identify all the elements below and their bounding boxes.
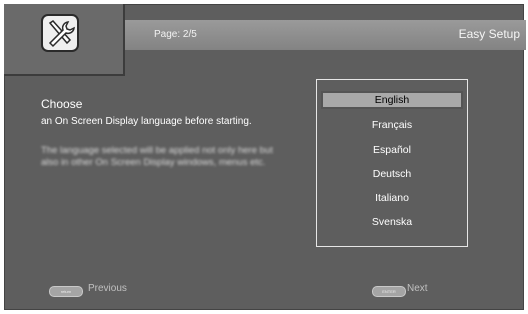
wrench-tool-icon: [41, 14, 79, 52]
choose-heading: Choose: [41, 97, 83, 111]
language-option-svenska[interactable]: Svenska: [321, 213, 463, 231]
choose-description: an On Screen Display language before sta…: [41, 116, 252, 127]
setup-icon-box: [4, 4, 125, 76]
return-key-label: return: [60, 289, 72, 294]
language-option-english[interactable]: English: [321, 91, 463, 109]
page-indicator: Page: 2/5: [154, 29, 197, 40]
enter-key-label: ENTER: [382, 289, 396, 294]
language-option-espanol[interactable]: Español: [321, 141, 463, 159]
language-option-francais[interactable]: Français: [321, 116, 463, 134]
previous-button[interactable]: Previous: [88, 283, 127, 294]
easy-setup-screen: Page: 2/5 Easy Setup Choose an On Screen…: [4, 4, 526, 310]
language-option-italiano[interactable]: Italiano: [321, 189, 463, 207]
next-button[interactable]: Next: [407, 283, 428, 294]
page-title: Easy Setup: [458, 27, 520, 41]
language-note: The language selected will be applied no…: [41, 145, 273, 168]
return-key-icon: return: [49, 286, 83, 297]
language-option-deutsch[interactable]: Deutsch: [321, 165, 463, 183]
language-list: English Français Español Deutsch Italian…: [316, 79, 468, 247]
enter-key-icon: ENTER: [372, 286, 406, 297]
